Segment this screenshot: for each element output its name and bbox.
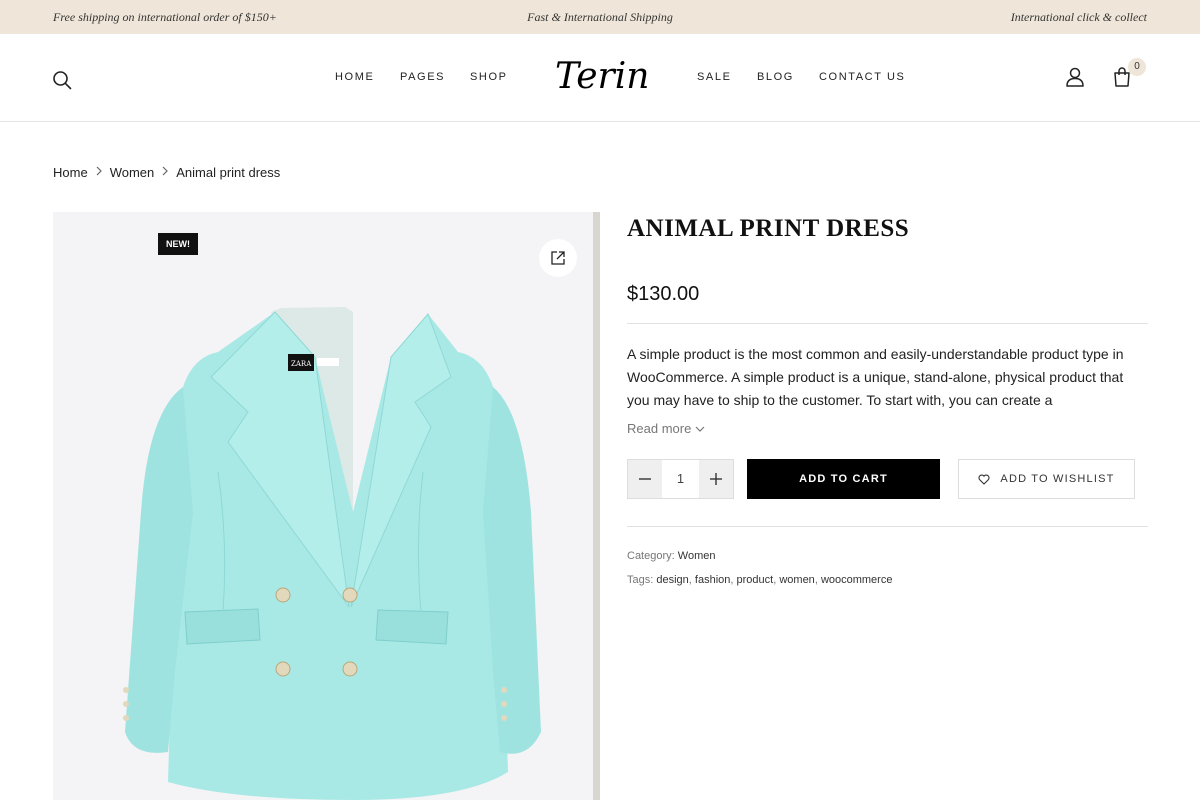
nav-shop[interactable]: SHOP — [470, 71, 508, 83]
product-gallery[interactable]: ZARA NEW! — [53, 212, 593, 800]
quantity-increase-button[interactable] — [699, 460, 733, 498]
quantity-input[interactable]: 1 — [662, 460, 699, 498]
breadcrumb-current: Animal print dress — [176, 165, 281, 180]
product-title: ANIMAL PRINT DRESS — [627, 215, 910, 242]
gallery-next-image-edge[interactable] — [593, 212, 600, 800]
account-icon[interactable] — [1065, 67, 1085, 87]
site-header: HOME PAGES SHOP SALE BLOG CONTACT US Ter… — [0, 34, 1200, 122]
logo-text: Terina — [555, 56, 648, 97]
minus-icon — [639, 478, 651, 480]
chevron-right-icon — [88, 166, 110, 179]
tag-link[interactable]: product — [737, 574, 774, 586]
chevron-down-icon — [695, 426, 705, 432]
brand-label: ZARA — [291, 360, 312, 368]
add-to-wishlist-button[interactable]: ADD TO WISHLIST — [958, 459, 1135, 499]
announcement-right: International click & collect — [1010, 10, 1147, 24]
tag-link[interactable]: woocommerce — [821, 574, 893, 586]
breadcrumb: Home Women Animal print dress — [53, 165, 280, 180]
expand-icon — [551, 251, 565, 265]
product-description: A simple product is the most common and … — [627, 346, 1124, 408]
category-link[interactable]: Women — [678, 550, 716, 562]
product-image: ZARA — [123, 307, 541, 800]
heart-icon — [978, 474, 990, 485]
breadcrumb-home[interactable]: Home — [53, 165, 88, 180]
new-badge: NEW! — [158, 233, 198, 255]
nav-home[interactable]: HOME — [335, 71, 374, 83]
zoom-button[interactable] — [539, 239, 577, 277]
announcement-bar: Free shipping on international order of … — [0, 0, 1200, 34]
divider — [627, 323, 1148, 324]
breadcrumb-women[interactable]: Women — [110, 165, 155, 180]
product-price: $130.00 — [627, 283, 700, 305]
cart-count-badge: 0 — [1128, 58, 1146, 76]
site-logo[interactable]: Terina — [553, 52, 648, 102]
product-tags: Tags: design, fashion, product, women, w… — [627, 574, 893, 586]
chevron-right-icon — [154, 166, 176, 179]
category-label: Category: — [627, 550, 675, 562]
read-more-label: Read more — [627, 421, 692, 436]
search-icon[interactable] — [52, 70, 72, 90]
nav-pages[interactable]: PAGES — [400, 71, 445, 83]
quantity-stepper: 1 — [627, 459, 734, 499]
nav-blog[interactable]: BLOG — [757, 71, 794, 83]
read-more-link[interactable]: Read more — [627, 421, 705, 436]
divider — [627, 526, 1148, 527]
tag-link[interactable]: fashion — [695, 574, 730, 586]
tags-label: Tags: — [627, 574, 654, 586]
plus-icon — [710, 473, 722, 485]
quantity-decrease-button[interactable] — [628, 460, 662, 498]
product-category: Category: Women — [627, 550, 715, 562]
nav-sale[interactable]: SALE — [697, 71, 732, 83]
tag-link[interactable]: design — [656, 574, 688, 586]
add-to-cart-button[interactable]: ADD TO CART — [747, 459, 940, 499]
tag-link[interactable]: women — [779, 574, 814, 586]
nav-contact-us[interactable]: CONTACT US — [819, 71, 906, 83]
wishlist-label: ADD TO WISHLIST — [1000, 473, 1115, 485]
